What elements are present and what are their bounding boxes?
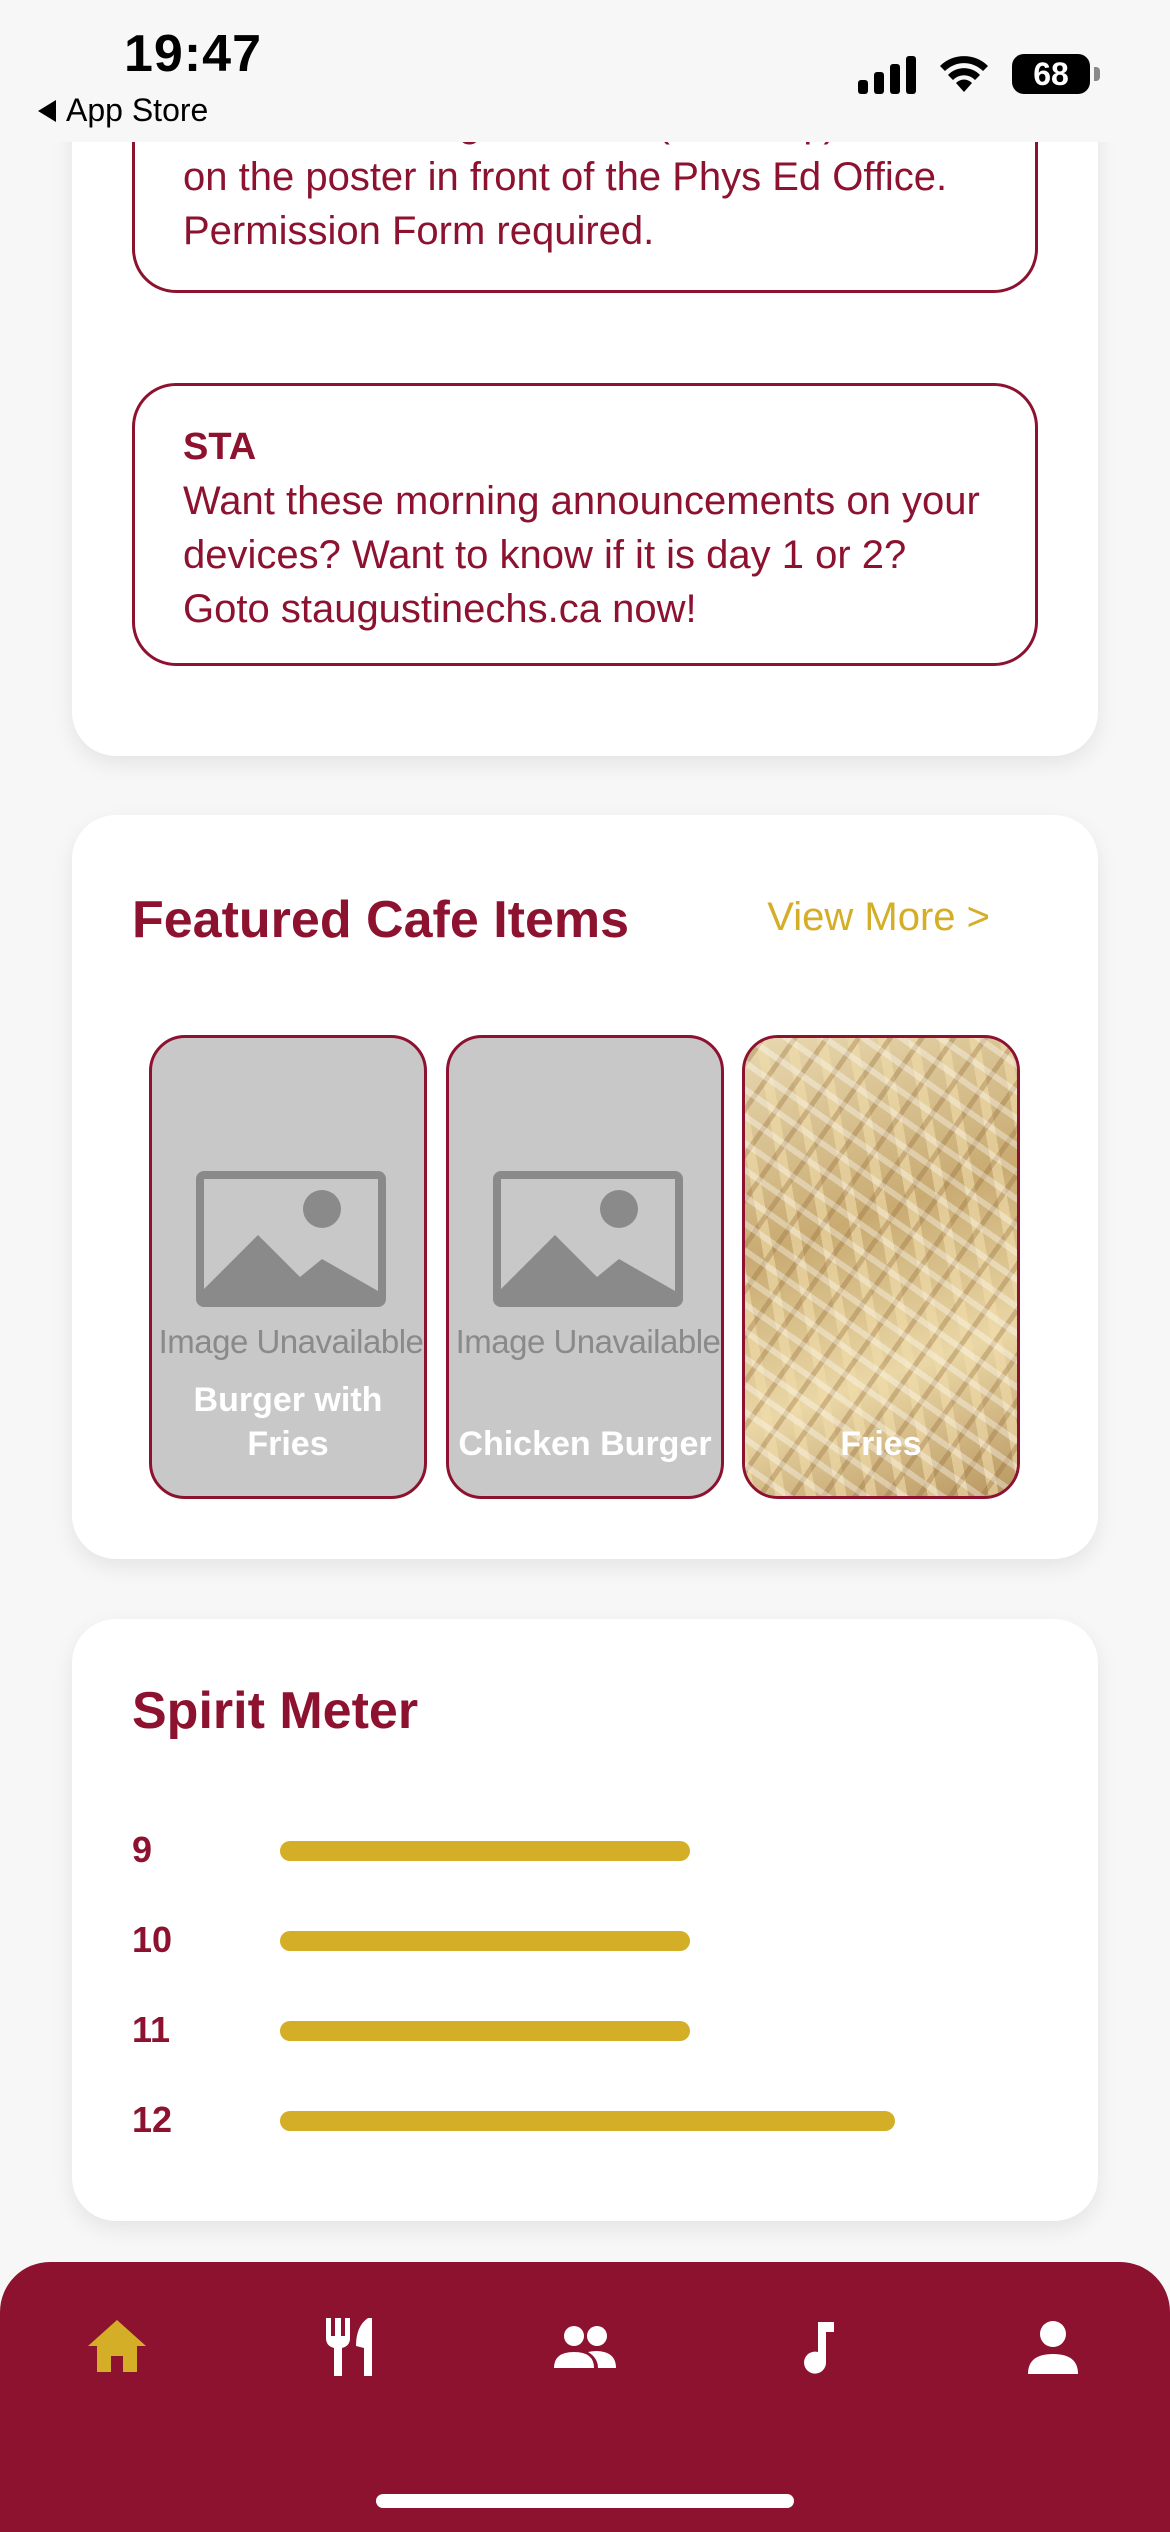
home-icon[interactable] — [82, 2312, 152, 2382]
spirit-row: 11 — [132, 2009, 1032, 2050]
home-indicator[interactable] — [376, 2494, 794, 2508]
status-indicators: 68 — [858, 54, 1100, 94]
cafe-section-title: Featured Cafe Items — [132, 891, 630, 949]
spirit-meter-card: Spirit Meter 9 10 11 12 — [72, 1619, 1098, 2221]
spirit-grade-label: 9 — [132, 1829, 153, 1870]
cafe-item-name: Burger with Fries — [193, 1381, 383, 1463]
announcement-title: STA — [183, 426, 257, 468]
spirit-bar — [280, 1931, 690, 1951]
spirit-grade-label: 10 — [132, 1919, 173, 1960]
cafe-item-card[interactable]: Image Unavailable Burger with Fries — [149, 1035, 427, 1499]
profile-icon[interactable] — [1018, 2312, 1088, 2382]
bottom-nav — [0, 2262, 1170, 2532]
cafe-icon[interactable] — [316, 2312, 386, 2382]
spirit-row: 12 — [132, 2099, 1032, 2140]
wifi-icon — [940, 56, 988, 92]
image-unavailable-label: Image Unavailable — [158, 1323, 424, 1360]
cafe-item-name: Fries — [840, 1425, 922, 1463]
back-to-app-store[interactable]: App Store — [38, 92, 208, 129]
music-icon[interactable] — [784, 2312, 854, 2382]
cafe-card: Featured Cafe Items View More > Image Un… — [72, 815, 1098, 1559]
cellular-signal-icon — [858, 54, 916, 94]
status-time: 19:47 — [124, 25, 262, 83]
cafe-item-card[interactable]: Image Unavailable Chicken Burger — [446, 1035, 724, 1499]
spirit-meter-title: Spirit Meter — [132, 1682, 419, 1740]
cafe-item-name: Chicken Burger — [458, 1425, 712, 1463]
spirit-row: 10 — [132, 1919, 1032, 1960]
image-placeholder-icon — [196, 1171, 386, 1307]
spirit-bar — [280, 1841, 690, 1861]
image-unavailable-label: Image Unavailable — [455, 1323, 721, 1360]
status-bar: 19:47 App Store 68 — [0, 0, 1170, 142]
view-more-link[interactable]: View More > — [767, 895, 990, 940]
people-icon[interactable] — [550, 2312, 620, 2382]
spirit-bar — [280, 2021, 690, 2041]
announcement-item[interactable]: STA Want these morning announcements on … — [132, 383, 1038, 666]
spirit-row: 9 — [132, 1829, 1032, 1870]
image-placeholder-icon — [493, 1171, 683, 1307]
announcement-text: Want these morning announcements on your… — [183, 479, 980, 631]
spirit-grade-label: 11 — [132, 2009, 171, 2050]
back-label: App Store — [66, 92, 209, 128]
battery-icon: 68 — [1012, 54, 1100, 94]
back-arrow-icon — [38, 99, 56, 122]
spirit-bar — [280, 2111, 895, 2131]
cafe-item-card[interactable]: Fries — [742, 1035, 1020, 1499]
spirit-grade-label: 12 — [132, 2099, 173, 2140]
